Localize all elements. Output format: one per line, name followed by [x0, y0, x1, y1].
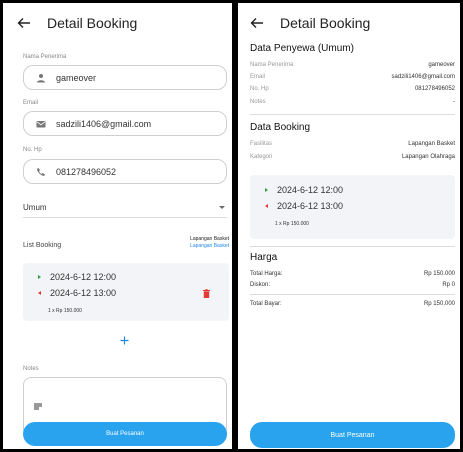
divider — [250, 114, 455, 115]
renter-row-email: Email sadzili1406@gmail.com — [250, 74, 455, 83]
page-title: Detail Booking — [280, 15, 371, 31]
booking-form-screen: Detail Booking Nama Penerima gameover Em… — [3, 3, 232, 449]
recipient-label: Nama Penerima — [23, 54, 67, 60]
email-label: Email — [23, 100, 39, 106]
row-value: gameover — [428, 62, 455, 68]
phone-field[interactable]: 081278496052 — [23, 159, 227, 184]
phone-value: 081278496052 — [56, 166, 117, 177]
renter-row-name: Nama Penerima gameover — [250, 62, 455, 71]
category-value: Umum — [23, 203, 47, 212]
renter-row-notes: Notes - — [250, 99, 455, 108]
row-value: Lapangan Basket — [408, 141, 455, 147]
booking-summary-screen: Detail Booking Data Penyewa (Umum) Nama … — [238, 3, 460, 449]
divider — [250, 294, 455, 295]
mail-icon — [36, 120, 46, 127]
booking-row-facility: Fasilitas Lapangan Basket — [250, 141, 455, 150]
discount-row: Diskon: Rp 0 — [250, 282, 455, 291]
app-bar: Detail Booking — [3, 3, 232, 43]
row-value: Lapangan Olahraga — [401, 154, 455, 160]
app-bar: Detail Booking — [238, 3, 460, 43]
phone-icon — [37, 167, 45, 176]
divider — [250, 246, 455, 247]
row-label: Nama Penerima — [250, 62, 294, 68]
caret-down-icon — [219, 206, 225, 209]
trash-icon[interactable] — [203, 289, 210, 298]
start-time: 2024-6-12 12:00 — [50, 272, 117, 282]
row-label: Diskon: — [250, 282, 271, 288]
row-label: No. Hp — [250, 86, 269, 92]
start-marker-icon — [38, 275, 41, 279]
row-label: Total Bayar: — [250, 301, 282, 307]
list-facility-label: Lapangan Basket — [190, 236, 229, 242]
renter-section-title: Data Penyewa (Umum) — [250, 43, 354, 54]
note-icon — [34, 403, 42, 410]
end-marker-icon — [38, 291, 41, 295]
total-price-row: Total Harga: Rp 150.000 — [250, 271, 455, 280]
booking-item-card: 2024-6-12 12:00 2024-6-12 13:00 1 x Rp 1… — [23, 263, 229, 321]
recipient-field[interactable]: gameover — [23, 65, 227, 90]
renter-row-phone: No. Hp 081278496052 — [250, 86, 455, 95]
row-value: Rp 150.000 — [423, 301, 455, 307]
row-value: 081278496052 — [414, 86, 455, 92]
total-pay-row: Total Bayar: Rp 150.000 — [250, 301, 455, 310]
start-time-row: 2024-6-12 12:00 — [265, 185, 343, 195]
phone-label: No. Hp — [23, 147, 42, 153]
end-time: 2024-6-12 13:00 — [277, 201, 344, 211]
qty-price: 1 x Rp 150.000 — [48, 308, 82, 314]
start-time-row: 2024-6-12 12:00 — [38, 272, 116, 282]
end-marker-icon — [265, 204, 268, 208]
end-time-row: 2024-6-12 13:00 — [265, 201, 343, 211]
row-label: Total Harga: — [250, 271, 283, 277]
list-facility-link[interactable]: Lapangan Basket — [190, 243, 229, 249]
start-marker-icon — [265, 188, 268, 192]
end-time: 2024-6-12 13:00 — [50, 288, 117, 298]
person-icon — [37, 73, 45, 82]
row-label: Email — [250, 74, 266, 80]
row-value: Rp 0 — [442, 282, 455, 288]
create-order-button[interactable]: Buat Pesanan — [23, 422, 227, 446]
create-order-button[interactable]: Buat Pesanan — [250, 422, 455, 448]
booking-row-category: Kategori Lapangan Olahraga — [250, 154, 455, 163]
notes-label: Notes — [23, 366, 39, 372]
email-field[interactable]: sadzili1406@gmail.com — [23, 111, 227, 136]
start-time: 2024-6-12 12:00 — [277, 185, 344, 195]
booking-item-card: 2024-6-12 12:00 2024-6-12 13:00 1 x Rp 1… — [250, 175, 455, 239]
back-arrow-icon[interactable] — [250, 16, 264, 30]
row-label: Fasilitas — [250, 141, 273, 147]
qty-price: 1 x Rp 150.000 — [275, 221, 309, 227]
back-arrow-icon[interactable] — [17, 16, 31, 30]
row-label: Kategori — [250, 154, 273, 160]
add-booking-icon[interactable] — [120, 336, 129, 345]
category-dropdown[interactable]: Umum — [23, 198, 227, 218]
row-value: - — [453, 99, 455, 105]
recipient-value: gameover — [56, 72, 97, 83]
row-label: Notes — [250, 99, 266, 105]
booking-section-title: Data Booking — [250, 122, 311, 133]
end-time-row: 2024-6-12 13:00 — [38, 288, 116, 298]
list-booking-title: List Booking — [23, 242, 62, 249]
list-booking-header: List Booking Lapangan Basket Lapangan Ba… — [23, 236, 229, 256]
row-value: Rp 150.000 — [423, 271, 455, 277]
price-section-title: Harga — [250, 252, 278, 263]
page-title: Detail Booking — [47, 15, 138, 31]
email-value: sadzili1406@gmail.com — [56, 118, 152, 129]
row-value: sadzili1406@gmail.com — [391, 74, 455, 80]
